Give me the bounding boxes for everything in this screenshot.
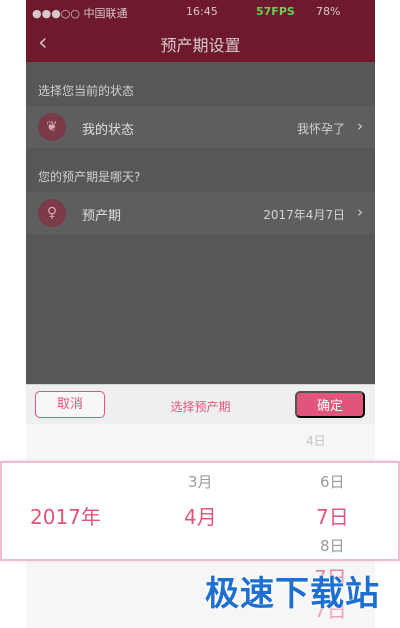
day-selected[interactable]: 7日 (316, 501, 349, 530)
watermark-logo: 极速下载站 (205, 574, 380, 614)
pregnant-icon: ♀ (38, 199, 66, 227)
fps-counter: 57FPS (256, 5, 295, 18)
picker-toolbar: 取消 选择预产期 确定 (26, 384, 375, 424)
day-option-above-lens[interactable]: 6日 (320, 471, 345, 492)
clock: 16:45 (186, 5, 218, 18)
my-state-value: 我怀孕了 (296, 122, 345, 136)
due-date-value: 2017年4月7日 (263, 208, 345, 222)
month-selected[interactable]: 4月 (184, 501, 217, 530)
carrier-label: ●●●○○ 中国联通 (32, 7, 128, 20)
chevron-right-icon: › (357, 203, 363, 221)
due-date-row[interactable]: ♀ 预产期 2017年4月7日 › (26, 192, 375, 234)
confirm-button[interactable]: 确定 (295, 391, 365, 418)
day-option-below[interactable]: 8日 (320, 535, 345, 556)
cancel-button[interactable]: 取消 (35, 391, 105, 418)
status-bar: ●●●○○ 中国联通 16:45 57FPS 78% (26, 0, 375, 22)
due-section-label: 您的预产期是哪天? (38, 170, 141, 184)
month-option-above[interactable]: 3月 (188, 471, 213, 492)
chevron-right-icon: › (357, 117, 363, 135)
state-section-label: 选择您当前的状态 (38, 84, 135, 98)
year-selected[interactable]: 2017年 (30, 501, 101, 530)
day-option-above[interactable]: 4日 (306, 432, 326, 449)
battery-level: 78% (316, 5, 341, 18)
page-title: 预产期设置 (160, 36, 241, 55)
sprout-icon: ❦ (38, 113, 66, 141)
my-state-row[interactable]: ❦ 我的状态 我怀孕了 › (26, 106, 375, 148)
settings-content: 选择您当前的状态 ❦ 我的状态 我怀孕了 › 您的预产期是哪天? ♀ 预产期 2… (26, 62, 375, 384)
nav-bar: ‹ 预产期设置 (26, 22, 375, 62)
due-date-label: 预产期 (82, 209, 122, 224)
my-state-label: 我的状态 (82, 123, 135, 138)
zoom-lens-overlay: 2017年 3月 4月 6日 7日 8日 (0, 461, 400, 561)
